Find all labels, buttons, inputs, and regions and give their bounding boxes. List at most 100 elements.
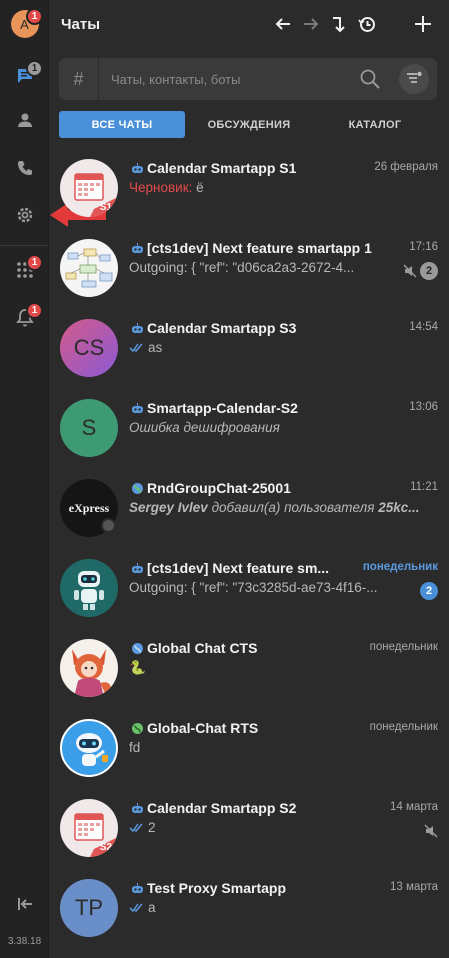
bot-icon (132, 803, 143, 813)
history-icon (358, 17, 375, 32)
new-chat-button[interactable] (411, 12, 435, 36)
avatar: S2 (60, 799, 118, 857)
unread-count-badge: 2 (420, 582, 438, 600)
bot-icon (132, 243, 143, 253)
chat-item[interactable]: Global-Chat RTS понедельник fd (49, 708, 449, 788)
chat-preview: Sergey Ivlev добавил(а) пользователя 25k… (129, 500, 420, 515)
robot-avatar-icon (74, 571, 104, 610)
chat-time: 17:16 (409, 241, 438, 253)
avatar (60, 719, 118, 777)
chat-preview: 2 (129, 820, 156, 835)
search-input[interactable] (111, 69, 351, 89)
search-icon[interactable] (359, 68, 381, 90)
globe-icon (132, 723, 143, 734)
profile-avatar-button[interactable]: A 1 (0, 4, 49, 44)
bot-icon (132, 323, 143, 333)
chat-title: Global-Chat RTS (147, 720, 259, 736)
filter-button[interactable] (399, 64, 429, 94)
avatar: S (60, 399, 118, 457)
rail-chats-button[interactable]: 1 (0, 56, 49, 96)
preview-text: a (148, 900, 156, 915)
chat-title: [cts1dev] Next feature sm... (147, 560, 330, 576)
chat-item[interactable]: CS Calendar Smartapp S3 14:54 as (49, 308, 449, 388)
diagram-thumbnail-icon (65, 248, 113, 288)
unread-count-badge: 2 (420, 262, 438, 280)
chat-preview: Outgoing: { "ref": "73c3285d-ae73-4f16-.… (129, 580, 378, 595)
chat-time: понедельник (369, 721, 438, 733)
robot-avatar-icon (62, 721, 116, 775)
preview-text: as (148, 340, 163, 355)
bot-icon (132, 883, 143, 893)
chat-title: Calendar Smartapp S3 (147, 320, 297, 336)
tab-catalog[interactable]: КАТАЛОГ (313, 111, 437, 138)
muted-icon (424, 824, 438, 838)
chat-preview: Черновик: ё (129, 180, 204, 195)
turn-down-icon (333, 17, 345, 33)
notifications-badge: 1 (26, 302, 43, 319)
muted-icon (403, 264, 417, 278)
chat-item[interactable]: S Smartapp-Calendar-S2 13:06 Ошибка деши… (49, 388, 449, 468)
hashtag-icon[interactable]: # (59, 58, 99, 100)
chat-time: 14:54 (409, 321, 438, 333)
chat-item[interactable]: S2 Calendar Smartapp S2 14 марта 2 (49, 788, 449, 868)
person-icon (17, 113, 32, 127)
avatar (60, 559, 118, 617)
chat-item[interactable]: Global Chat CTS понедельник 🐍 (49, 628, 449, 708)
avatar: S1 (60, 159, 118, 217)
rail-contacts-button[interactable] (0, 100, 49, 140)
chat-title: Global Chat CTS (147, 640, 258, 656)
avatar (60, 239, 118, 297)
page-title: Чаты (61, 16, 101, 33)
left-rail: A 1 1 1 1 3.38.18 (0, 0, 49, 958)
tab-all-chats[interactable]: ВСЕ ЧАТЫ (59, 111, 185, 138)
chat-title: Test Proxy Smartapp (147, 880, 287, 896)
read-ticks-icon (129, 343, 143, 353)
chat-preview: a (129, 900, 156, 915)
read-ticks-icon (129, 903, 143, 913)
chat-time: 11:21 (410, 481, 438, 493)
chat-item[interactable]: eXpress RndGroupChat-25001 11:21 Sergey … (49, 468, 449, 548)
avatar-badge: 1 (26, 8, 43, 25)
rail-settings-button[interactable] (0, 195, 49, 235)
chat-time: понедельник (362, 561, 438, 573)
filter-icon (407, 71, 422, 83)
chat-title: [cts1dev] Next feature smartapp 1 (147, 240, 372, 256)
history-button[interactable] (355, 12, 379, 36)
chat-item[interactable]: [cts1dev] Next feature smartapp 1 17:16 … (49, 228, 449, 308)
collapse-icon (17, 898, 32, 910)
arrow-left-icon (275, 18, 290, 30)
preview-text: ё (196, 180, 204, 195)
chat-item[interactable]: S1 Calendar Smartapp S1 26 февраля Черно… (49, 148, 449, 228)
tab-discussions[interactable]: ОБСУЖДЕНИЯ (190, 111, 308, 138)
rail-notifications-button[interactable]: 1 (0, 298, 49, 338)
jump-button[interactable] (327, 12, 351, 36)
collapse-sidebar-button[interactable] (0, 884, 49, 924)
rail-calls-button[interactable] (0, 148, 49, 188)
chat-preview: as (129, 340, 162, 355)
avatar (60, 639, 118, 697)
chat-tabs: ВСЕ ЧАТЫ ОБСУЖДЕНИЯ КАТАЛОГ (59, 111, 437, 138)
preview-text: добавил(а) пользователя (211, 500, 375, 515)
search-bar: # (59, 58, 437, 100)
lock-icon (101, 518, 116, 533)
chat-time: 26 февраля (374, 161, 438, 173)
back-button[interactable] (271, 12, 295, 36)
draft-label: Черновик: (129, 180, 193, 195)
gear-icon (17, 207, 32, 223)
rail-apps-button[interactable]: 1 (0, 250, 49, 290)
chats-badge: 1 (26, 60, 43, 77)
chat-preview: 🐍 (129, 660, 146, 675)
preview-author: Sergey Ivlev (129, 500, 208, 515)
chat-title: Smartapp-Calendar-S2 (147, 400, 298, 416)
forward-button[interactable] (299, 12, 323, 36)
chat-time: 13 марта (390, 881, 438, 893)
avatar-caption: S2 (99, 842, 112, 853)
chat-time: понедельник (369, 641, 438, 653)
group-globe-icon (132, 483, 143, 494)
chat-item[interactable]: TP Test Proxy Smartapp 13 марта a (49, 868, 449, 948)
chat-title: Calendar Smartapp S2 (147, 800, 297, 816)
chat-item[interactable]: [cts1dev] Next feature sm... понедельник… (49, 548, 449, 628)
preview-tail: 25kc... (378, 500, 420, 515)
avatar-caption: S1 (99, 202, 112, 213)
chat-preview: Outgoing: { "ref": "d06ca2a3-2672-4... (129, 260, 355, 275)
